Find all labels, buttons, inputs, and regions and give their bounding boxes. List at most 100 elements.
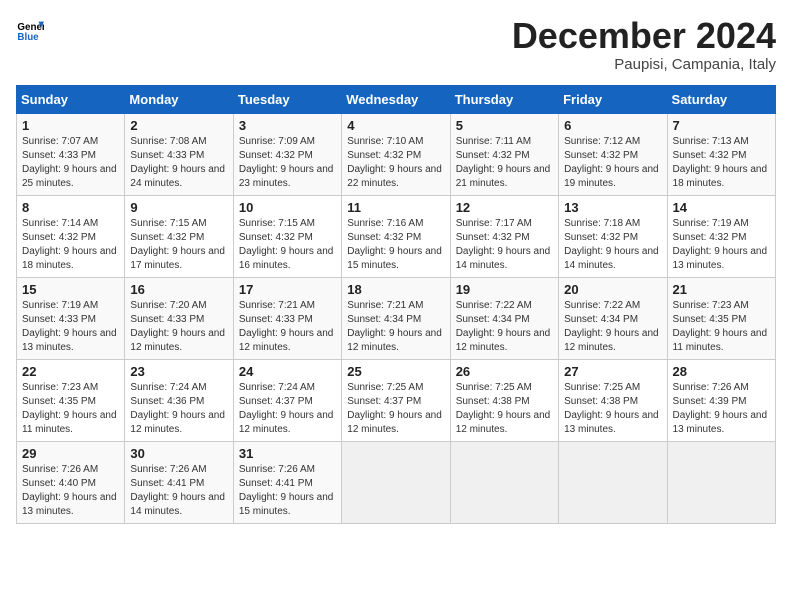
calendar-cell: 7 Sunrise: 7:13 AMSunset: 4:32 PMDaylight… xyxy=(667,113,775,195)
calendar-cell: 27Sunrise: 7:25 AMSunset: 4:38 PMDayligh… xyxy=(559,359,667,441)
header: General Blue December 2024 Paupisi, Camp… xyxy=(16,16,776,73)
day-number: 20 xyxy=(564,282,661,297)
calendar-week-row: 15Sunrise: 7:19 AMSunset: 4:33 PMDayligh… xyxy=(17,277,776,359)
calendar-week-row: 1 Sunrise: 7:07 AMSunset: 4:33 PMDaylight… xyxy=(17,113,776,195)
calendar-cell: 9 Sunrise: 7:15 AMSunset: 4:32 PMDaylight… xyxy=(125,195,233,277)
calendar-cell: 23 Sunrise: 7:24 AMSunset: 4:36 PMDayligh… xyxy=(125,359,233,441)
day-number: 29 xyxy=(22,446,119,461)
svg-text:Blue: Blue xyxy=(17,32,39,43)
day-number: 4 xyxy=(347,118,444,133)
day-number: 1 xyxy=(22,118,119,133)
day-detail: Sunrise: 7:10 AMSunset: 4:32 PMDaylight:… xyxy=(347,135,444,191)
calendar-header: SundayMondayTuesdayWednesdayThursdayFrid… xyxy=(17,85,776,113)
calendar-cell: 25 Sunrise: 7:25 AMSunset: 4:37 PMDayligh… xyxy=(342,359,450,441)
calendar-cell xyxy=(342,441,450,523)
day-detail: Sunrise: 7:18 AMSunset: 4:32 PMDaylight:… xyxy=(564,217,661,273)
day-number: 14 xyxy=(673,200,770,215)
day-number: 19 xyxy=(456,282,553,297)
calendar-cell: 15Sunrise: 7:19 AMSunset: 4:33 PMDayligh… xyxy=(17,277,125,359)
day-number: 3 xyxy=(239,118,336,133)
day-detail: Sunrise: 7:23 AMSunset: 4:35 PMDaylight:… xyxy=(673,299,770,355)
day-detail: Sunrise: 7:22 AMSunset: 4:34 PMDaylight:… xyxy=(564,299,661,355)
day-detail: Sunrise: 7:13 AMSunset: 4:32 PMDaylight:… xyxy=(673,135,770,191)
location-subtitle: Paupisi, Campania, Italy xyxy=(512,56,776,73)
weekday-header: Wednesday xyxy=(342,85,450,113)
calendar-cell: 13 Sunrise: 7:18 AMSunset: 4:32 PMDayligh… xyxy=(559,195,667,277)
calendar-cell: 14 Sunrise: 7:19 AMSunset: 4:32 PMDayligh… xyxy=(667,195,775,277)
day-number: 2 xyxy=(130,118,227,133)
calendar-cell: 2 Sunrise: 7:08 AMSunset: 4:33 PMDaylight… xyxy=(125,113,233,195)
weekday-header: Tuesday xyxy=(233,85,341,113)
day-number: 24 xyxy=(239,364,336,379)
day-detail: Sunrise: 7:19 AMSunset: 4:33 PMDaylight:… xyxy=(22,299,119,355)
calendar-week-row: 22Sunrise: 7:23 AMSunset: 4:35 PMDayligh… xyxy=(17,359,776,441)
calendar-cell xyxy=(450,441,558,523)
calendar-cell: 12Sunrise: 7:17 AMSunset: 4:32 PMDayligh… xyxy=(450,195,558,277)
logo-icon: General Blue xyxy=(16,16,44,44)
calendar-cell: 29 Sunrise: 7:26 AMSunset: 4:40 PMDayligh… xyxy=(17,441,125,523)
day-number: 11 xyxy=(347,200,444,215)
calendar-cell: 8 Sunrise: 7:14 AMSunset: 4:32 PMDaylight… xyxy=(17,195,125,277)
calendar-cell: 22Sunrise: 7:23 AMSunset: 4:35 PMDayligh… xyxy=(17,359,125,441)
day-detail: Sunrise: 7:14 AMSunset: 4:32 PMDaylight:… xyxy=(22,217,119,273)
day-detail: Sunrise: 7:11 AMSunset: 4:32 PMDaylight:… xyxy=(456,135,553,191)
calendar-cell: 4 Sunrise: 7:10 AMSunset: 4:32 PMDaylight… xyxy=(342,113,450,195)
calendar-cell: 10 Sunrise: 7:15 AMSunset: 4:32 PMDayligh… xyxy=(233,195,341,277)
calendar-cell: 20 Sunrise: 7:22 AMSunset: 4:34 PMDayligh… xyxy=(559,277,667,359)
day-number: 5 xyxy=(456,118,553,133)
title-area: December 2024 Paupisi, Campania, Italy xyxy=(512,16,776,73)
day-number: 27 xyxy=(564,364,661,379)
weekday-header: Friday xyxy=(559,85,667,113)
weekday-header: Thursday xyxy=(450,85,558,113)
day-number: 25 xyxy=(347,364,444,379)
day-detail: Sunrise: 7:26 AMSunset: 4:40 PMDaylight:… xyxy=(22,463,119,519)
calendar-cell: 24 Sunrise: 7:24 AMSunset: 4:37 PMDayligh… xyxy=(233,359,341,441)
day-detail: Sunrise: 7:24 AMSunset: 4:36 PMDaylight:… xyxy=(130,381,227,437)
day-number: 17 xyxy=(239,282,336,297)
day-number: 7 xyxy=(673,118,770,133)
day-number: 12 xyxy=(456,200,553,215)
day-number: 13 xyxy=(564,200,661,215)
weekday-header: Saturday xyxy=(667,85,775,113)
calendar-cell: 11 Sunrise: 7:16 AMSunset: 4:32 PMDayligh… xyxy=(342,195,450,277)
day-number: 26 xyxy=(456,364,553,379)
day-number: 21 xyxy=(673,282,770,297)
day-detail: Sunrise: 7:26 AMSunset: 4:39 PMDaylight:… xyxy=(673,381,770,437)
calendar-cell: 18 Sunrise: 7:21 AMSunset: 4:34 PMDayligh… xyxy=(342,277,450,359)
day-detail: Sunrise: 7:20 AMSunset: 4:33 PMDaylight:… xyxy=(130,299,227,355)
day-number: 8 xyxy=(22,200,119,215)
day-detail: Sunrise: 7:22 AMSunset: 4:34 PMDaylight:… xyxy=(456,299,553,355)
calendar-cell: 30 Sunrise: 7:26 AMSunset: 4:41 PMDayligh… xyxy=(125,441,233,523)
calendar-cell: 5 Sunrise: 7:11 AMSunset: 4:32 PMDaylight… xyxy=(450,113,558,195)
calendar-cell: 31 Sunrise: 7:26 AMSunset: 4:41 PMDayligh… xyxy=(233,441,341,523)
day-detail: Sunrise: 7:08 AMSunset: 4:33 PMDaylight:… xyxy=(130,135,227,191)
day-detail: Sunrise: 7:26 AMSunset: 4:41 PMDaylight:… xyxy=(130,463,227,519)
day-detail: Sunrise: 7:25 AMSunset: 4:37 PMDaylight:… xyxy=(347,381,444,437)
calendar-cell: 26Sunrise: 7:25 AMSunset: 4:38 PMDayligh… xyxy=(450,359,558,441)
calendar-week-row: 29 Sunrise: 7:26 AMSunset: 4:40 PMDayligh… xyxy=(17,441,776,523)
calendar-cell: 3 Sunrise: 7:09 AMSunset: 4:32 PMDaylight… xyxy=(233,113,341,195)
day-number: 18 xyxy=(347,282,444,297)
calendar-week-row: 8 Sunrise: 7:14 AMSunset: 4:32 PMDaylight… xyxy=(17,195,776,277)
day-number: 31 xyxy=(239,446,336,461)
day-number: 23 xyxy=(130,364,227,379)
day-detail: Sunrise: 7:19 AMSunset: 4:32 PMDaylight:… xyxy=(673,217,770,273)
day-detail: Sunrise: 7:16 AMSunset: 4:32 PMDaylight:… xyxy=(347,217,444,273)
calendar-cell: 19 Sunrise: 7:22 AMSunset: 4:34 PMDayligh… xyxy=(450,277,558,359)
day-detail: Sunrise: 7:15 AMSunset: 4:32 PMDaylight:… xyxy=(239,217,336,273)
weekday-header: Monday xyxy=(125,85,233,113)
logo: General Blue xyxy=(16,16,44,44)
calendar-cell: 1 Sunrise: 7:07 AMSunset: 4:33 PMDaylight… xyxy=(17,113,125,195)
day-detail: Sunrise: 7:15 AMSunset: 4:32 PMDaylight:… xyxy=(130,217,227,273)
day-detail: Sunrise: 7:09 AMSunset: 4:32 PMDaylight:… xyxy=(239,135,336,191)
day-detail: Sunrise: 7:12 AMSunset: 4:32 PMDaylight:… xyxy=(564,135,661,191)
day-detail: Sunrise: 7:07 AMSunset: 4:33 PMDaylight:… xyxy=(22,135,119,191)
day-detail: Sunrise: 7:26 AMSunset: 4:41 PMDaylight:… xyxy=(239,463,336,519)
day-detail: Sunrise: 7:21 AMSunset: 4:33 PMDaylight:… xyxy=(239,299,336,355)
day-number: 30 xyxy=(130,446,227,461)
day-number: 9 xyxy=(130,200,227,215)
day-number: 10 xyxy=(239,200,336,215)
day-detail: Sunrise: 7:24 AMSunset: 4:37 PMDaylight:… xyxy=(239,381,336,437)
day-detail: Sunrise: 7:21 AMSunset: 4:34 PMDaylight:… xyxy=(347,299,444,355)
day-number: 22 xyxy=(22,364,119,379)
